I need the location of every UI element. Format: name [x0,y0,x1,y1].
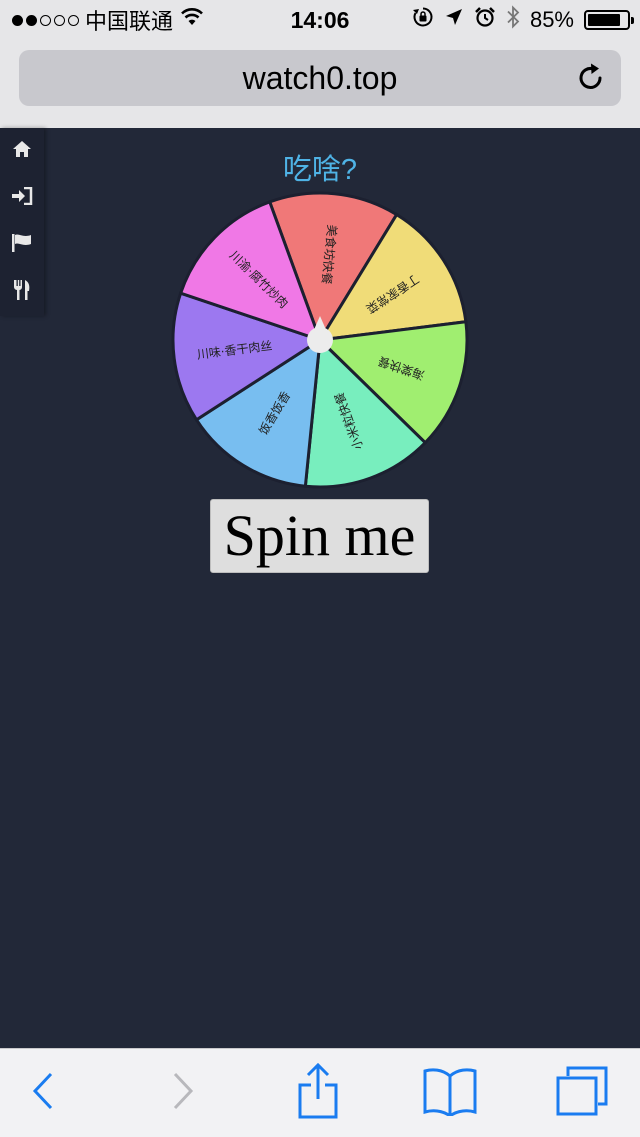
sign-in-icon [11,186,33,210]
forward-button[interactable] [151,1063,215,1123]
tabs-icon [556,1066,608,1121]
share-icon [298,1062,338,1124]
location-icon [444,7,464,33]
signal-dot [68,14,79,26]
spin-button[interactable]: Spin me [210,499,429,573]
flag-icon [11,233,33,258]
status-bar: 中国联通 14:06 85% [0,0,640,40]
share-button[interactable] [286,1062,350,1124]
url-text[interactable]: watch0.top [19,50,621,106]
bluetooth-icon [506,5,520,35]
browser-chrome: watch0.top [0,40,640,128]
alarm-icon [474,6,496,34]
bookmarks-button[interactable] [418,1063,482,1123]
signal-dot [40,14,51,26]
battery-percent: 85% [529,7,574,32]
utensils-icon [12,279,32,306]
status-left: 中国联通 [12,0,205,40]
browser-toolbar [0,1048,640,1137]
signal-strength-icon [12,14,79,26]
battery-icon [584,10,634,30]
tabs-button[interactable] [550,1063,614,1123]
wheel-hub [307,327,333,353]
chevron-left-icon [31,1071,55,1116]
signal-dot [26,14,37,26]
orientation-lock-icon [412,6,434,34]
address-bar[interactable]: watch0.top [19,50,621,106]
battery-level [588,14,621,26]
signal-dot [12,14,23,26]
nav-food[interactable] [0,269,44,316]
reload-icon[interactable] [575,62,607,94]
signal-dot [54,14,65,26]
wifi-icon [179,7,205,33]
status-right: 85% [412,0,634,40]
back-button[interactable] [11,1063,75,1123]
chevron-right-icon [171,1071,195,1116]
nav-flag[interactable] [0,222,44,269]
prize-wheel[interactable]: 美食坊快餐丁香家常菜海棠快餐小米粒快餐饭香饭香川味·香干肉丝川渝·腐竹炒肉 [170,190,470,490]
book-icon [422,1066,478,1121]
carrier-name: 中国联通 [85,9,174,34]
page-title: 吃啥? [282,154,358,186]
